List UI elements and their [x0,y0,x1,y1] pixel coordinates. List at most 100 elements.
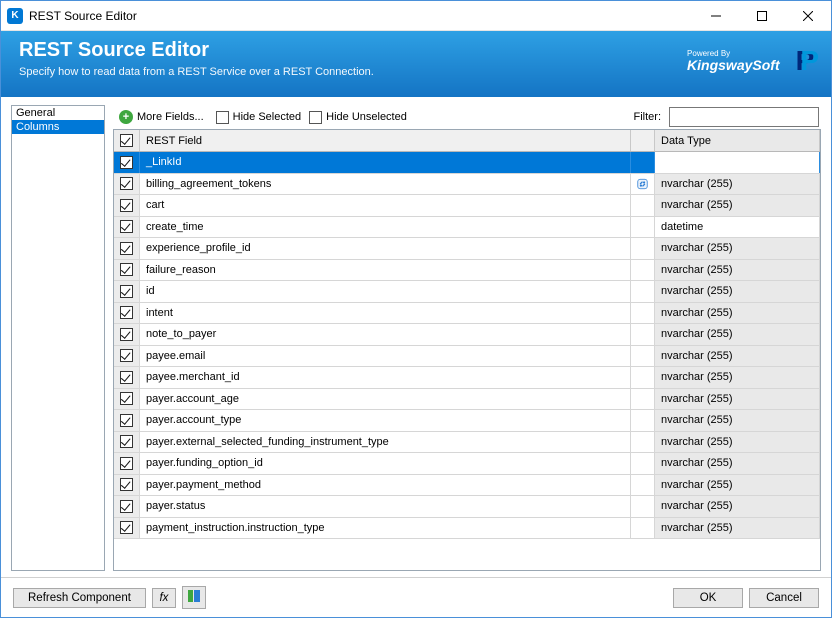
main: + More Fields... Hide Selected Hide Unse… [113,105,821,571]
row-type[interactable]: nvarchar (255) [655,367,820,388]
row-type[interactable]: nvarchar (255) [655,496,820,517]
row-type[interactable]: nvarchar (255) [655,238,820,259]
row-field[interactable]: id [140,281,631,302]
table-row[interactable]: payer.payment_method nvarchar (255) [114,475,820,497]
row-checkbox[interactable] [114,281,140,302]
row-checkbox[interactable] [114,367,140,388]
row-checkbox[interactable] [114,324,140,345]
header-type[interactable]: Data Type [655,130,820,151]
row-field[interactable]: payer.account_age [140,389,631,410]
row-checkbox[interactable] [114,152,140,173]
row-field[interactable]: billing_agreement_tokens [140,174,631,195]
table-row[interactable]: experience_profile_id nvarchar (255) [114,238,820,260]
row-type[interactable]: nvarchar (255) [655,389,820,410]
row-type[interactable]: nvarchar (255) [655,410,820,431]
paypal-logo: PP [796,45,813,77]
row-icon [631,260,655,281]
table-row[interactable]: create_time datetime [114,217,820,239]
row-field[interactable]: payee.email [140,346,631,367]
row-icon [631,389,655,410]
row-checkbox[interactable] [114,475,140,496]
row-field[interactable]: payer.external_selected_funding_instrume… [140,432,631,453]
row-icon [631,238,655,259]
row-checkbox[interactable] [114,410,140,431]
hide-selected-label: Hide Selected [233,111,302,123]
row-field[interactable]: _LinkId [140,152,631,173]
row-type[interactable]: nvarchar (255) [655,281,820,302]
table-row[interactable]: billing_agreement_tokens nvarchar (255) [114,174,820,196]
table-row[interactable]: cart nvarchar (255) [114,195,820,217]
row-checkbox[interactable] [114,518,140,539]
row-type[interactable]: nvarchar (255) [655,346,820,367]
row-type[interactable]: nvarchar (255) [655,195,820,216]
row-checkbox[interactable] [114,217,140,238]
table-row[interactable]: payee.merchant_id nvarchar (255) [114,367,820,389]
row-type[interactable]: nvarchar (255) [655,475,820,496]
row-type[interactable]: datetime [655,217,820,238]
row-checkbox[interactable] [114,453,140,474]
row-field[interactable]: intent [140,303,631,324]
row-field[interactable]: payee.merchant_id [140,367,631,388]
table-row[interactable]: payer.account_type nvarchar (255) [114,410,820,432]
row-field[interactable]: payer.funding_option_id [140,453,631,474]
row-type[interactable]: int [655,152,820,173]
row-type[interactable]: nvarchar (255) [655,324,820,345]
hide-selected-checkbox[interactable]: Hide Selected [216,111,302,124]
expression-button[interactable]: fx [152,588,176,608]
row-field[interactable]: note_to_payer [140,324,631,345]
row-field[interactable]: failure_reason [140,260,631,281]
row-field[interactable]: cart [140,195,631,216]
row-field[interactable]: payer.account_type [140,410,631,431]
row-type[interactable]: nvarchar (255) [655,453,820,474]
table-row[interactable]: note_to_payer nvarchar (255) [114,324,820,346]
row-checkbox[interactable] [114,303,140,324]
hide-unselected-checkbox[interactable]: Hide Unselected [309,111,407,124]
maximize-button[interactable] [739,1,785,30]
row-checkbox[interactable] [114,432,140,453]
close-button[interactable] [785,1,831,30]
row-type[interactable]: nvarchar (255) [655,174,820,195]
app-icon: K [7,8,23,24]
header-checkbox[interactable] [114,130,140,151]
row-icon [631,174,655,195]
row-checkbox[interactable] [114,389,140,410]
row-field[interactable]: create_time [140,217,631,238]
row-field[interactable]: payer.payment_method [140,475,631,496]
row-type[interactable]: nvarchar (255) [655,432,820,453]
checkbox-icon [216,111,229,124]
table-row[interactable]: intent nvarchar (255) [114,303,820,325]
table-row[interactable]: payer.account_age nvarchar (255) [114,389,820,411]
ok-button[interactable]: OK [673,588,743,608]
row-checkbox[interactable] [114,346,140,367]
table-row[interactable]: id nvarchar (255) [114,281,820,303]
grid-body[interactable]: _LinkIdintbilling_agreement_tokensnvarch… [114,152,820,570]
filter-input[interactable] [669,107,819,127]
row-checkbox[interactable] [114,260,140,281]
sidebar-item-columns[interactable]: Columns [12,120,104,134]
row-type[interactable]: nvarchar (255) [655,518,820,539]
checkbox-icon [309,111,322,124]
row-field[interactable]: experience_profile_id [140,238,631,259]
table-row[interactable]: payment_instruction.instruction_type nvar… [114,518,820,540]
table-row[interactable]: payee.email nvarchar (255) [114,346,820,368]
refresh-component-button[interactable]: Refresh Component [13,588,146,608]
header-field[interactable]: REST Field [140,130,631,151]
sidebar-item-general[interactable]: General [12,106,104,120]
columns-tool-button[interactable] [182,586,206,609]
table-row[interactable]: payer.status nvarchar (255) [114,496,820,518]
minimize-button[interactable] [693,1,739,30]
table-row[interactable]: _LinkId int [114,152,820,174]
row-checkbox[interactable] [114,174,140,195]
table-row[interactable]: payer.funding_option_id nvarchar (255) [114,453,820,475]
cancel-button[interactable]: Cancel [749,588,819,608]
row-field[interactable]: payment_instruction.instruction_type [140,518,631,539]
row-type[interactable]: nvarchar (255) [655,260,820,281]
row-checkbox[interactable] [114,496,140,517]
row-checkbox[interactable] [114,238,140,259]
row-field[interactable]: payer.status [140,496,631,517]
table-row[interactable]: failure_reason nvarchar (255) [114,260,820,282]
more-fields-button[interactable]: + More Fields... [115,108,208,126]
table-row[interactable]: payer.external_selected_funding_instrume… [114,432,820,454]
row-type[interactable]: nvarchar (255) [655,303,820,324]
row-checkbox[interactable] [114,195,140,216]
